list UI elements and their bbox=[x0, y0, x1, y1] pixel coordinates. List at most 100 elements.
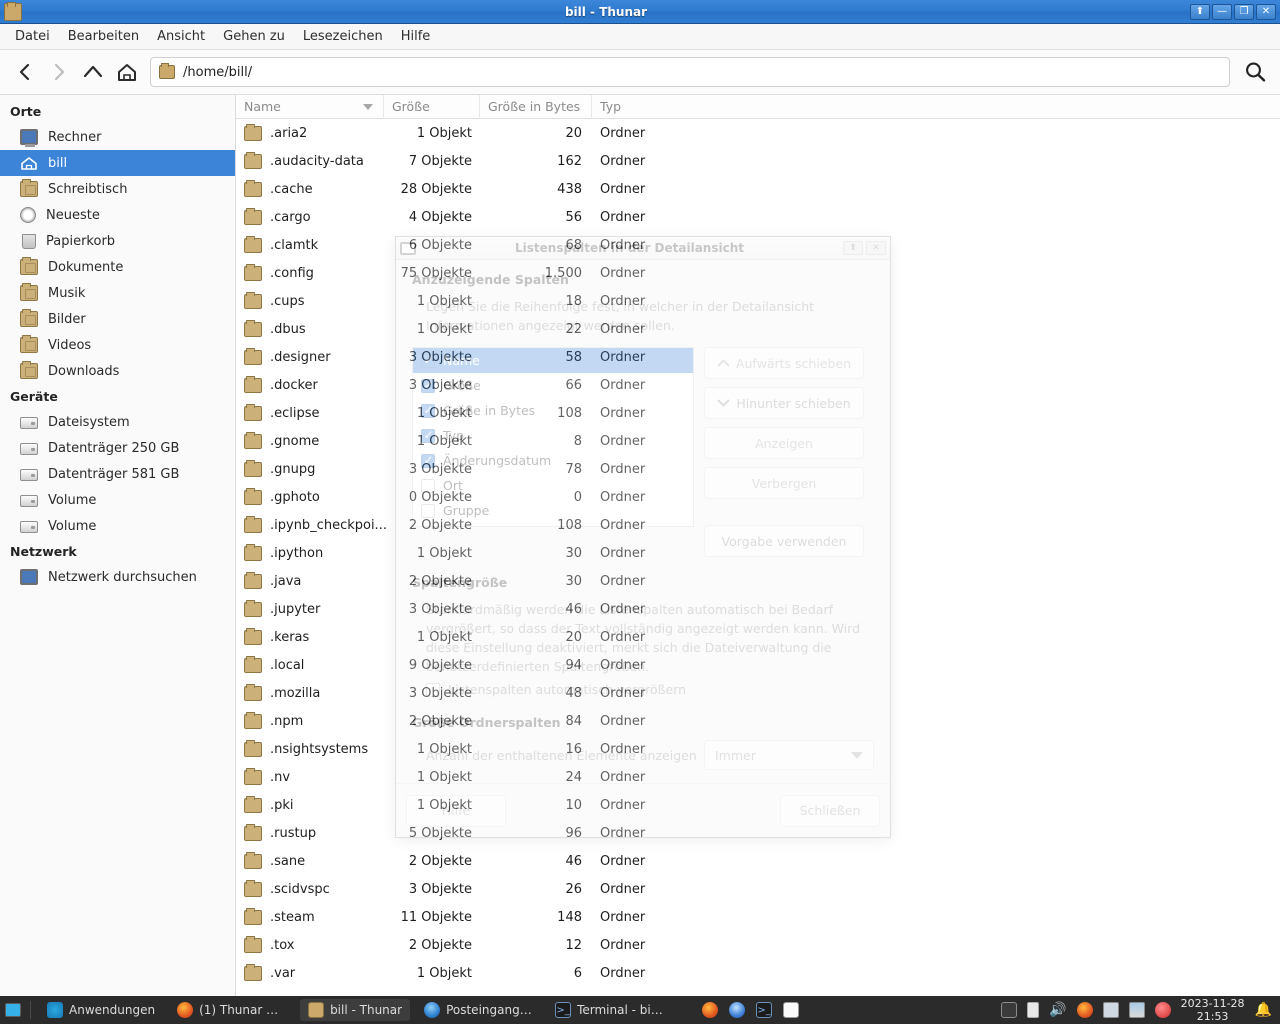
volume-icon[interactable]: 🔊 bbox=[1049, 1002, 1066, 1018]
column-list-item[interactable]: Name bbox=[413, 348, 693, 373]
up-button[interactable] bbox=[76, 55, 110, 89]
checkbox-icon[interactable] bbox=[421, 478, 435, 493]
chevron-down-icon bbox=[851, 751, 863, 759]
maximize-button[interactable]: ❐ bbox=[1234, 3, 1254, 20]
file-type-cell: Ordner bbox=[600, 181, 646, 197]
network-icon[interactable] bbox=[1102, 1002, 1119, 1018]
bell-icon[interactable]: 🔔 bbox=[1255, 1002, 1272, 1018]
thunderbird-icon[interactable] bbox=[729, 1002, 746, 1018]
firefox-icon[interactable] bbox=[702, 1002, 719, 1018]
clock[interactable]: 2023-11-28 21:53 bbox=[1181, 997, 1245, 1023]
table-row[interactable]: .steam 11 Objekte 148 Ordner bbox=[236, 903, 1280, 931]
forward-button[interactable] bbox=[42, 55, 76, 89]
table-row[interactable]: .scidvspc 3 Objekte 26 Ordner bbox=[236, 875, 1280, 903]
column-list-item[interactable]: Änderungsdatum bbox=[413, 448, 693, 473]
sidebar-item-dokumente[interactable]: Dokumente bbox=[0, 254, 235, 280]
column-header-size-bytes[interactable]: Größe in Bytes bbox=[480, 95, 592, 119]
table-row[interactable]: .sane 2 Objekte 46 Ordner bbox=[236, 847, 1280, 875]
checkbox-icon[interactable] bbox=[421, 428, 435, 443]
column-list-item[interactable]: Ort bbox=[413, 473, 693, 498]
table-row[interactable]: .var 1 Objekt 6 Ordner bbox=[236, 959, 1280, 987]
column-list-item[interactable]: Größe bbox=[413, 373, 693, 398]
shield-icon[interactable] bbox=[1154, 1002, 1171, 1018]
table-row[interactable]: .cache 28 Objekte 438 Ordner bbox=[236, 175, 1280, 203]
help-button[interactable]: Hilfe bbox=[406, 794, 506, 827]
show-button[interactable]: Anzeigen bbox=[704, 427, 864, 459]
checkbox-icon[interactable] bbox=[421, 453, 435, 468]
hide-button[interactable]: Verbergen bbox=[704, 467, 864, 499]
file-name-cell: .java bbox=[236, 571, 384, 589]
text-editor-icon[interactable] bbox=[783, 1002, 800, 1018]
menu-gehen-zu[interactable]: Gehen zu bbox=[214, 26, 294, 47]
sidebar-item-neueste[interactable]: Neueste bbox=[0, 202, 235, 228]
sidebar-item-bilder[interactable]: Bilder bbox=[0, 306, 235, 332]
sidebar-item-bill[interactable]: bill bbox=[0, 150, 235, 176]
taskbar-window-bill-thunar[interactable]: bill - Thunar bbox=[300, 999, 411, 1021]
dialog-shade-button[interactable]: ⬆ bbox=[843, 241, 863, 255]
checkbox-icon[interactable] bbox=[426, 682, 440, 697]
sidebar-item-volume-1[interactable]: Volume bbox=[0, 487, 235, 513]
file-name-label: .cups bbox=[270, 293, 305, 309]
menu-lesezeichen[interactable]: Lesezeichen bbox=[294, 26, 392, 47]
column-list-item[interactable]: MIME-Typ bbox=[413, 523, 693, 526]
auto-expand-row[interactable]: Listenspalten automatisch vergrößern bbox=[426, 682, 874, 697]
sidebar-item-datentraeger-581[interactable]: Datenträger 581 GB bbox=[0, 461, 235, 487]
search-button[interactable] bbox=[1238, 55, 1272, 89]
minimize-button[interactable]: — bbox=[1212, 3, 1232, 20]
close-button[interactable]: ✕ bbox=[1256, 3, 1276, 20]
checkbox-icon[interactable] bbox=[421, 353, 435, 368]
column-list-item[interactable]: Gruppe bbox=[413, 498, 693, 523]
file-name-label: .cache bbox=[270, 181, 313, 197]
taskbar-window-terminal[interactable]: >_ Terminal - bill@... bbox=[547, 999, 672, 1021]
dialog-close-button[interactable]: ✕ bbox=[866, 241, 886, 255]
sidebar-item-schreibtisch[interactable]: Schreibtisch bbox=[0, 176, 235, 202]
table-row[interactable]: .tox 2 Objekte 12 Ordner bbox=[236, 931, 1280, 959]
menu-hilfe[interactable]: Hilfe bbox=[392, 26, 440, 47]
table-row[interactable]: .cargo 4 Objekte 56 Ordner bbox=[236, 203, 1280, 231]
column-header-size[interactable]: Größe bbox=[384, 95, 480, 119]
window-switch-icon[interactable] bbox=[1001, 1002, 1018, 1018]
move-down-button[interactable]: Hinunter schieben bbox=[704, 387, 864, 419]
show-desktop-button[interactable] bbox=[0, 997, 26, 1023]
use-default-button[interactable]: Vorgabe verwenden bbox=[704, 525, 864, 557]
column-header-type[interactable]: Typ bbox=[592, 95, 712, 119]
checkbox-icon[interactable] bbox=[421, 378, 435, 393]
terminal-icon[interactable]: >_ bbox=[756, 1002, 773, 1018]
sidebar-item-papierkorb[interactable]: Papierkorb bbox=[0, 228, 235, 254]
sidebar-item-videos[interactable]: Videos bbox=[0, 332, 235, 358]
sidebar-item-dateisystem[interactable]: Dateisystem bbox=[0, 409, 235, 435]
menu-datei[interactable]: Datei bbox=[6, 26, 59, 47]
sidebar-item-volume-2[interactable]: Volume bbox=[0, 513, 235, 539]
column-list-item[interactable]: Typ bbox=[413, 423, 693, 448]
item-count-combobox[interactable]: Immer bbox=[704, 740, 874, 770]
item-count-value: Immer bbox=[715, 747, 756, 763]
sidebar-item-rechner[interactable]: Rechner bbox=[0, 124, 235, 150]
column-list[interactable]: Name Größe Größe in Bytes Typ bbox=[412, 347, 694, 527]
taskbar-window-posteingang[interactable]: Posteingang - ju... bbox=[416, 999, 541, 1021]
move-down-label: Hinunter schieben bbox=[736, 395, 851, 411]
table-row[interactable]: .audacity-data 7 Objekte 162 Ordner bbox=[236, 147, 1280, 175]
sidebar-item-netzwerk-durchsuchen[interactable]: Netzwerk durchsuchen bbox=[0, 564, 235, 590]
sidebar-item-datentraeger-250[interactable]: Datenträger 250 GB bbox=[0, 435, 235, 461]
applications-menu-button[interactable]: Anwendungen bbox=[39, 999, 163, 1021]
move-up-button[interactable]: Aufwärts schieben bbox=[704, 347, 864, 379]
column-list-item[interactable]: Größe in Bytes bbox=[413, 398, 693, 423]
checkbox-icon[interactable] bbox=[421, 403, 435, 418]
close-dialog-button[interactable]: Schließen bbox=[780, 794, 880, 827]
sidebar-item-downloads[interactable]: Downloads bbox=[0, 358, 235, 384]
path-entry[interactable]: /home/bill/ bbox=[150, 57, 1230, 87]
screenshot-icon[interactable] bbox=[1128, 1002, 1145, 1018]
shade-button[interactable]: ⬆ bbox=[1190, 3, 1210, 20]
checkbox-icon[interactable] bbox=[421, 503, 435, 518]
home-button[interactable] bbox=[110, 55, 144, 89]
column-header-name[interactable]: Name bbox=[236, 95, 384, 119]
file-name-cell: .jupyter bbox=[236, 599, 384, 617]
updates-icon[interactable] bbox=[1076, 1002, 1093, 1018]
menu-ansicht[interactable]: Ansicht bbox=[148, 26, 214, 47]
battery-icon[interactable] bbox=[1027, 1002, 1040, 1018]
taskbar-window-thunar-1[interactable]: (1) Thunar Date... bbox=[169, 999, 294, 1021]
menu-bearbeiten[interactable]: Bearbeiten bbox=[59, 26, 148, 47]
back-button[interactable] bbox=[8, 55, 42, 89]
table-row[interactable]: .aria2 1 Objekt 20 Ordner bbox=[236, 119, 1280, 147]
sidebar-item-musik[interactable]: Musik bbox=[0, 280, 235, 306]
